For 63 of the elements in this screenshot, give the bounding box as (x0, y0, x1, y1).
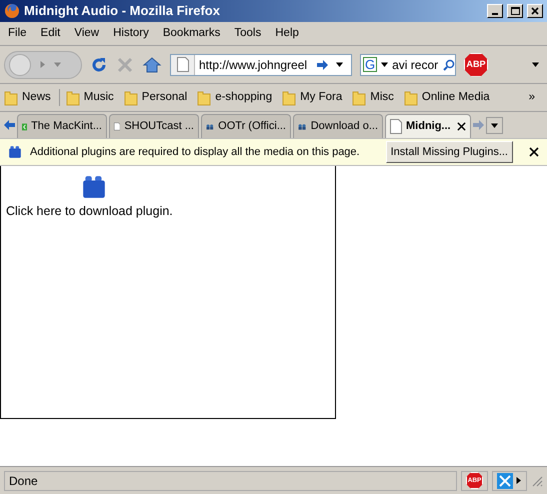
reload-icon[interactable] (90, 56, 108, 74)
menu-item[interactable]: File (8, 24, 27, 42)
close-tab-icon[interactable] (457, 122, 466, 131)
bookmarks-overflow-button[interactable]: » (528, 88, 535, 106)
address-bar[interactable]: http://www.johngreel (170, 54, 352, 76)
folder-icon (282, 90, 296, 106)
bookmark-folder[interactable]: Misc (352, 88, 398, 106)
resize-grip-icon[interactable] (531, 474, 543, 486)
menu-item[interactable]: Help (275, 24, 299, 42)
menu-item[interactable]: Tools (234, 24, 262, 42)
firefox-icon (4, 3, 20, 19)
page-icon (176, 57, 188, 72)
window-title: Midnight Audio - Mozilla Firefox (24, 2, 221, 20)
folder-icon (4, 90, 18, 106)
dropdown-caret-icon[interactable] (491, 122, 498, 128)
dropdown-caret-icon[interactable] (381, 61, 388, 68)
bookmark-folder[interactable]: e-shopping (197, 88, 276, 106)
page-icon (390, 119, 402, 134)
status-text: Done (4, 470, 457, 490)
browser-tab[interactable]: OOTr (Offici... (201, 114, 291, 138)
notification-message: Additional plugins are required to display all the media on this page. (30, 144, 361, 160)
dropdown-caret-icon[interactable] (336, 61, 343, 68)
plugin-icon (8, 145, 22, 159)
download-plugin-text[interactable]: Click here to download plugin. (6, 202, 173, 221)
browser-tab[interactable]: SHOUTcast ... (109, 114, 199, 138)
go-arrow-icon[interactable] (317, 60, 328, 70)
search-text: avi recor (392, 56, 439, 74)
menu-item[interactable]: History (113, 24, 149, 42)
toolbar-menu-caret-icon[interactable] (532, 61, 539, 68)
folder-icon (197, 90, 212, 106)
people-icon (298, 122, 307, 132)
bookmark-folder[interactable]: My Fora (282, 88, 346, 106)
folder-icon (352, 90, 366, 106)
menu-caret-icon[interactable] (515, 477, 522, 484)
url-text: http://www.johngreel (199, 56, 308, 74)
minimize-button[interactable] (487, 4, 503, 18)
browser-tab[interactable]: Download o... (293, 114, 383, 138)
search-icon[interactable] (443, 58, 455, 70)
folder-icon (124, 90, 138, 106)
tab-list-button[interactable] (486, 116, 503, 134)
folder-icon (66, 90, 80, 106)
bookmark-folder[interactable]: News (4, 88, 60, 106)
people-icon (206, 122, 214, 132)
browser-tab[interactable]: Midnig... (385, 114, 471, 138)
plugin-icon (81, 174, 107, 200)
plugin-box[interactable]: Click here to download plugin. (0, 166, 336, 419)
browser-tab[interactable]: The MacKint... (17, 114, 107, 138)
close-notification-icon[interactable] (529, 147, 539, 157)
close-button[interactable] (527, 4, 543, 18)
maximize-button[interactable] (507, 4, 523, 18)
bookmark-folder[interactable]: Personal (124, 88, 192, 106)
menu-item[interactable]: View (74, 24, 100, 42)
adblock-icon[interactable]: ABP (464, 52, 488, 76)
menu-item[interactable]: Bookmarks (162, 24, 220, 42)
search-engine-icon[interactable]: G (363, 57, 378, 72)
install-plugins-button[interactable]: Install Missing Plugins... (386, 141, 513, 163)
scroll-left-icon[interactable] (4, 120, 15, 130)
folder-icon (404, 90, 418, 106)
search-field[interactable]: G avi recor (360, 54, 456, 76)
menu-item[interactable]: Edit (40, 24, 60, 42)
bookmark-folder[interactable]: Online Media (404, 88, 494, 106)
bookmark-folder[interactable]: Music (66, 88, 118, 106)
home-icon[interactable] (142, 56, 162, 74)
